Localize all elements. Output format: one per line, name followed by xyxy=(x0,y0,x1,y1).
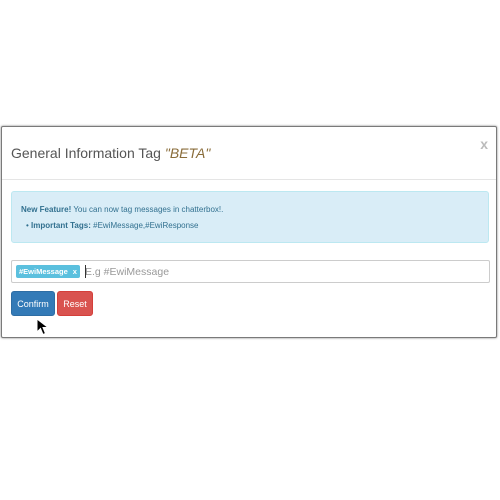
tag-chip-label: #EwiMessage xyxy=(19,267,68,276)
modal-title: General Information Tag "BETA" xyxy=(11,145,210,161)
alert-tags-line: • Important Tags: #EwiMessage,#EwiRespon… xyxy=(26,221,199,230)
alert-feature-line: New Feature! You can now tag messages in… xyxy=(21,205,223,214)
important-tags-text: #EwiMessage,#EwiResponse xyxy=(90,221,199,230)
confirm-button[interactable]: Confirm xyxy=(11,291,55,316)
tag-remove-icon[interactable]: x xyxy=(73,267,77,276)
close-icon[interactable]: x xyxy=(480,137,488,151)
modal-title-text: General Information Tag xyxy=(11,145,165,161)
text-caret xyxy=(85,265,86,278)
mouse-pointer-icon xyxy=(36,318,50,336)
important-tags-label: Important Tags: xyxy=(31,221,91,230)
general-information-tag-modal: General Information Tag "BETA" x New Fea… xyxy=(1,126,497,338)
tag-text-input[interactable] xyxy=(85,263,475,280)
info-alert: New Feature! You can now tag messages in… xyxy=(11,191,489,243)
modal-header: General Information Tag "BETA" x xyxy=(2,127,496,180)
beta-label: "BETA" xyxy=(164,145,211,161)
tag-chip: #EwiMessage x xyxy=(16,265,80,278)
new-feature-label: New Feature! xyxy=(21,205,72,214)
new-feature-text: You can now tag messages in chatterbox!. xyxy=(71,205,224,214)
reset-button[interactable]: Reset xyxy=(57,291,93,316)
tag-input-box[interactable]: #EwiMessage x xyxy=(11,260,490,283)
